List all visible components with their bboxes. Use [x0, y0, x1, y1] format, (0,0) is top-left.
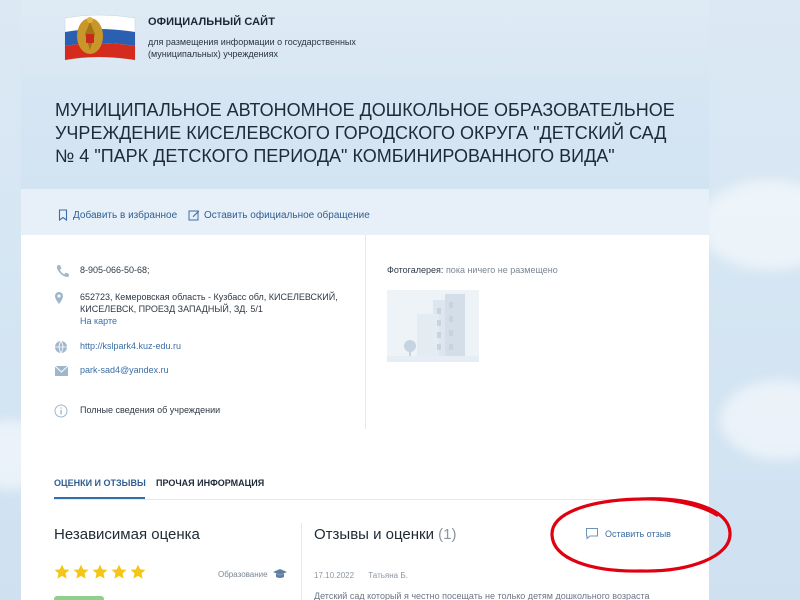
reviews-count: (1)	[438, 526, 457, 543]
gallery-label-row: Фотогалерея: пока ничего не размещено	[387, 265, 558, 275]
star-icon	[111, 564, 127, 579]
rating-score-badge	[54, 596, 104, 600]
star-icon	[54, 564, 70, 579]
phone-icon	[57, 265, 69, 277]
background-cloud	[700, 180, 800, 270]
organization-name: МУНИЦИПАЛЬНОЕ АВТОНОМНОЕ ДОШКОЛЬНОЕ ОБРА…	[55, 100, 675, 166]
map-link[interactable]: На карте	[80, 315, 350, 327]
official-appeal-button[interactable]: Оставить официальное обращение	[188, 209, 370, 221]
info-icon	[54, 404, 68, 418]
email-icon	[54, 365, 69, 376]
star-icon	[130, 564, 146, 579]
address-row: 652723, Кемеровская область - Кузбасс об…	[54, 291, 350, 327]
organization-banner: МУНИЦИПАЛЬНОЕ АВТОНОМНОЕ ДОШКОЛЬНОЕ ОБРА…	[21, 76, 709, 189]
rating-category-label: Образование	[218, 569, 268, 579]
reviews-title: Отзывы и оценки	[314, 526, 434, 543]
site-title: ОФИЦИАЛЬНЫЙ САЙТ	[148, 16, 276, 28]
full-info-label: Полные сведения об учреждении	[80, 405, 221, 415]
add-to-favorites-label: Добавить в избранное	[73, 209, 178, 221]
full-info-row[interactable]: Полные сведения об учреждении	[54, 404, 220, 418]
rating-stars	[54, 564, 146, 580]
address-text: 652723, Кемеровская область - Кузбасс об…	[80, 292, 338, 314]
official-appeal-label: Оставить официальное обращение	[204, 209, 370, 221]
website-link[interactable]: http://kslpark4.kuz-edu.ru	[80, 340, 181, 352]
background-cloud	[720, 380, 800, 460]
independent-rating-title: Независимая оценка	[54, 526, 200, 543]
rating-reviews-divider	[301, 523, 302, 600]
review-date: 17.10.2022	[314, 571, 355, 580]
edit-icon	[188, 210, 200, 221]
site-header: ОФИЦИАЛЬНЫЙ САЙТ для размещения информац…	[21, 0, 709, 76]
phone-row: 8-905-066-50-68;	[54, 264, 150, 278]
phone-number[interactable]: 8-905-066-50-68;	[80, 264, 150, 276]
bookmark-icon	[58, 209, 68, 221]
graduation-cap-icon	[272, 569, 287, 578]
reviews-title-row: Отзывы и оценки (1)	[314, 526, 457, 543]
star-icon	[92, 564, 108, 579]
gallery-label: Фотогалерея:	[387, 265, 444, 275]
column-divider	[365, 235, 366, 429]
review-text: Детский сад который я честно посещать не…	[314, 591, 650, 600]
website-row: http://kslpark4.kuz-edu.ru	[54, 340, 181, 354]
russian-coat-of-arms-with-flag-icon[interactable]	[57, 12, 139, 66]
add-to-favorites-button[interactable]: Добавить в избранное	[57, 209, 177, 221]
email-link[interactable]: park-sad4@yandex.ru	[80, 364, 169, 376]
gallery-empty-text: пока ничего не размещено	[445, 265, 558, 275]
location-pin-icon	[55, 292, 63, 304]
tab-reviews[interactable]: ОЦЕНКИ И ОТЗЫВЫ	[54, 478, 146, 488]
tab-other-info[interactable]: ПРОЧАЯ ИНФОРМАЦИЯ	[156, 478, 264, 488]
site-subtitle: для размещения информации о государствен…	[148, 37, 356, 59]
annotation-circle	[550, 497, 732, 573]
review-meta: 17.10.2022 Татьяна Б.	[314, 571, 408, 580]
globe-icon	[55, 340, 67, 354]
actions-bar: Добавить в избранное Оставить официально…	[21, 189, 709, 235]
rating-category: Образование	[218, 568, 288, 580]
star-icon	[73, 564, 89, 579]
gallery-placeholder-image[interactable]	[387, 290, 479, 362]
email-row: park-sad4@yandex.ru	[54, 364, 169, 378]
review-author: Татьяна Б.	[368, 571, 408, 580]
